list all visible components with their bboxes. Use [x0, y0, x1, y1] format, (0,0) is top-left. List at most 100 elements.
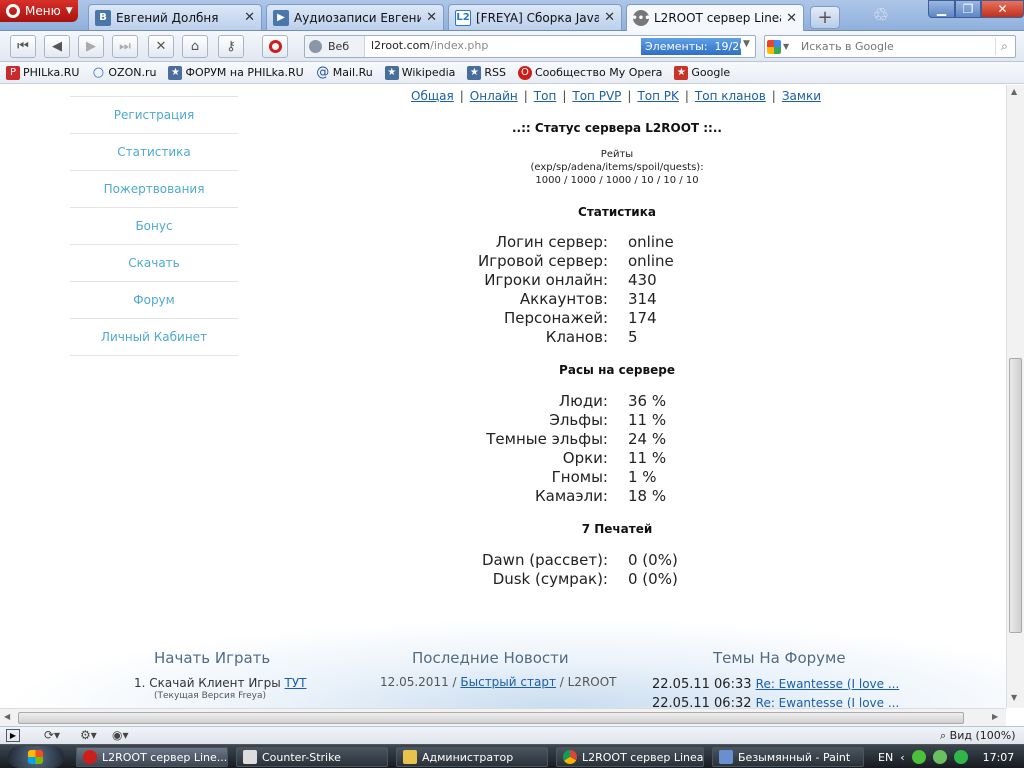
bookmark-google[interactable]: ★ Google	[674, 65, 730, 80]
address-bar[interactable]: Веб l2root.com/index.php Элементы: 19/20…	[304, 35, 756, 58]
close-window-button[interactable]: ✕	[981, 0, 1024, 18]
tab-l2root[interactable]: ••• L2ROOT сервер Lineage... ✕	[626, 4, 804, 31]
tab-vk[interactable]: В Евгений Долбня ✕	[88, 4, 262, 30]
forum-topic-time: 22.05.11 06:33	[652, 677, 752, 692]
horizontal-scroll-thumb[interactable]	[18, 712, 964, 724]
forum-topic-link[interactable]: Re: Ewantesse (I love ...	[756, 677, 900, 691]
vertical-scrollbar[interactable]: ▲ ▼	[1006, 85, 1024, 708]
sidebar-item-bonus[interactable]: Бонус	[70, 208, 238, 245]
forum-topic-link[interactable]: Re: Ewantesse (I love ...	[756, 696, 900, 708]
plus-icon: +	[817, 7, 833, 28]
server-status-title: ..:: Статус сервера L2ROOT ::..	[512, 121, 722, 135]
bookmark-rss[interactable]: ★ RSS	[467, 65, 506, 80]
restore-icon: ❐	[962, 2, 974, 16]
turbo-icon[interactable]: ◉▾	[112, 728, 129, 742]
bookmark-mailru[interactable]: @ Mail.Ru	[316, 65, 372, 80]
taskbar-item-opera[interactable]: L2ROOT сервер Line...	[76, 747, 228, 767]
search-engine-selector[interactable]: ▼	[767, 38, 797, 55]
separator: |	[562, 89, 567, 103]
bookmark-label: OZON.ru	[108, 66, 157, 79]
stat-row: Кланов: 5	[317, 328, 917, 347]
language-indicator[interactable]: EN	[878, 751, 893, 764]
nav-link-top-pvp[interactable]: Топ PVP	[572, 89, 621, 103]
opera-menu-button[interactable]: Меню ▼	[0, 0, 78, 22]
sidebar-item-donations[interactable]: Пожертвования	[70, 171, 238, 208]
sidebar-item-forum[interactable]: Форум	[70, 282, 238, 319]
bookmark-philka[interactable]: P PHILka.RU	[6, 65, 79, 80]
maximize-button[interactable]: ❐	[955, 0, 981, 18]
chevron-left-icon[interactable]: ‹	[900, 751, 904, 764]
tray-icon-icq[interactable]	[953, 750, 968, 764]
race-value: 11 %	[628, 449, 667, 467]
start-button[interactable]	[8, 746, 64, 768]
taskbar-item-explorer[interactable]: Администратор	[396, 747, 548, 767]
forward-button[interactable]: ▶	[78, 35, 104, 58]
seals-heading: 7 Печатей	[581, 522, 653, 536]
search-box[interactable]: ▼ ⌕	[764, 35, 1016, 58]
fast-forward-button[interactable]: ⏭	[112, 35, 138, 58]
race-label: Гномы:	[551, 468, 608, 486]
sidebar-item-download[interactable]: Скачать	[70, 245, 238, 282]
tab-audio[interactable]: ▶ Аудиозаписи Евгения ... ✕	[266, 4, 444, 30]
search-icon[interactable]: ⌕	[995, 38, 1013, 55]
tray-icon-clover[interactable]	[911, 750, 926, 764]
audio-icon: ▶	[273, 9, 289, 26]
client-version-note: (Текущая Версия Freya)	[154, 691, 266, 701]
search-input[interactable]	[801, 38, 991, 55]
unite-icon[interactable]: ⚙▾	[80, 728, 97, 742]
nav-link-top-clans[interactable]: Топ кланов	[695, 89, 766, 103]
new-tab-button[interactable]: +	[810, 6, 840, 29]
clock[interactable]: 17:07	[983, 751, 1015, 764]
download-client-link[interactable]: ТУТ	[285, 676, 307, 690]
taskbar-item-chrome[interactable]: L2ROOT сервер Linea...	[556, 747, 704, 767]
close-tab-icon[interactable]: ✕	[426, 10, 437, 25]
url-text[interactable]: l2root.com/index.php	[371, 39, 488, 52]
bookmark-ozon[interactable]: ○ OZON.ru	[91, 65, 157, 80]
rewind-button[interactable]: ⏮	[10, 35, 36, 58]
sidebar-item-account[interactable]: Личный Кабинет	[70, 319, 238, 356]
horizontal-scrollbar[interactable]: ◀ ▶	[0, 708, 1006, 726]
rates-values: 1000 / 1000 / 1000 / 10 / 10 / 10	[535, 175, 699, 186]
nav-link-online[interactable]: Онлайн	[470, 89, 518, 103]
taskbar-item-paint[interactable]: Безымянный - Paint	[712, 747, 864, 767]
back-button[interactable]: ◀	[44, 35, 70, 58]
news-link[interactable]: Быстрый старт	[460, 675, 556, 689]
scroll-down-icon[interactable]: ▼	[1011, 693, 1017, 702]
sidebar-item-registration[interactable]: Регистрация	[70, 97, 238, 134]
sidebar-item-statistics[interactable]: Статистика	[70, 134, 238, 171]
taskbar-item-counter-strike[interactable]: Counter-Strike	[236, 747, 388, 767]
separator: |	[523, 89, 528, 103]
close-tab-icon[interactable]: ✕	[786, 11, 797, 26]
nav-link-general[interactable]: Общая	[411, 89, 454, 103]
bookmark-wikipedia[interactable]: ★ Wikipedia	[384, 65, 455, 80]
stat-label: Аккаунтов:	[519, 290, 608, 308]
home-button[interactable]: ⌂	[182, 35, 208, 58]
closed-tabs-button[interactable]: ♲	[870, 3, 892, 27]
tray-icon-check[interactable]	[932, 750, 947, 764]
close-tab-icon[interactable]: ✕	[244, 10, 255, 25]
minimize-button[interactable]: ▁	[928, 0, 955, 18]
close-tab-icon[interactable]: ✕	[604, 10, 615, 25]
stop-button[interactable]: ✕	[148, 35, 174, 58]
scroll-right-icon[interactable]: ▶	[992, 712, 998, 721]
forward-arrow-icon: ▶	[86, 39, 96, 54]
address-scheme[interactable]: Веб	[305, 36, 365, 57]
nav-link-castles[interactable]: Замки	[782, 89, 821, 103]
opera-link-button[interactable]	[262, 35, 288, 58]
vertical-scroll-thumb[interactable]	[1009, 358, 1022, 633]
sync-icon[interactable]: ⟳▾	[44, 728, 60, 742]
bookmark-my-opera[interactable]: O Сообщество My Opera	[517, 65, 662, 80]
scroll-left-icon[interactable]: ◀	[4, 712, 10, 721]
stat-value: 174	[628, 309, 657, 327]
tab-freya[interactable]: L2 [FREYA] Сборка Java с... ✕	[448, 4, 622, 30]
chevron-down-icon[interactable]: ▼	[743, 39, 750, 49]
panel-toggle-icon[interactable]: ▶	[6, 729, 20, 742]
wand-button[interactable]: ⚷	[218, 35, 244, 58]
back-arrow-icon: ◀	[52, 39, 62, 54]
scroll-up-icon[interactable]: ▲	[1011, 87, 1017, 96]
rewind-icon: ⏮	[17, 39, 29, 54]
zoom-control[interactable]: ⌕ Вид (100%)	[940, 729, 1016, 743]
nav-link-top[interactable]: Топ	[534, 89, 557, 103]
nav-link-top-pk[interactable]: Топ PK	[637, 89, 678, 103]
bookmark-forum-philka[interactable]: ★ ФОРУМ на PHILka.RU	[168, 65, 304, 80]
